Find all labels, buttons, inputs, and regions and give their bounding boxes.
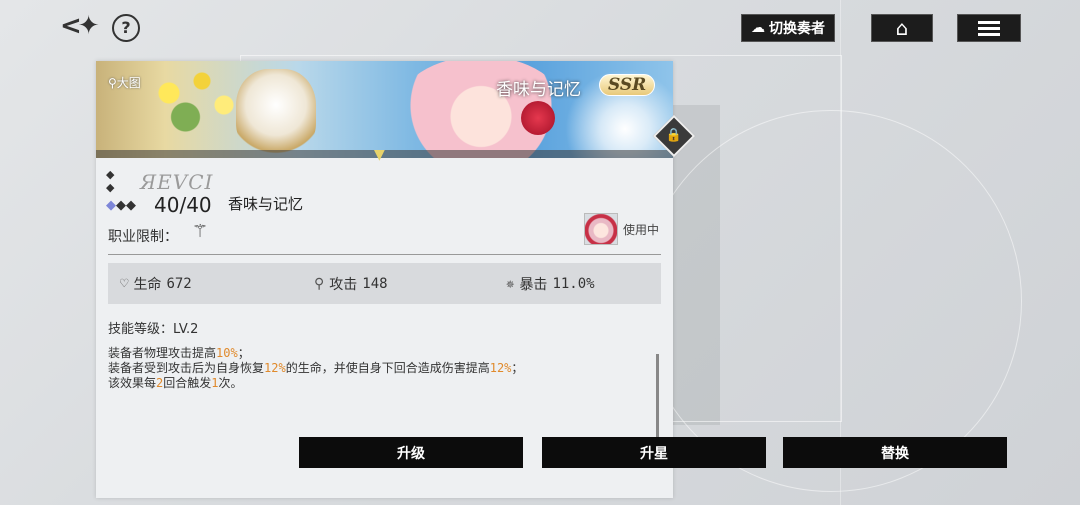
menu-button[interactable] — [957, 14, 1021, 42]
job-limit-label: 职业限制： — [108, 229, 178, 245]
upgrade-button[interactable]: 升级 — [299, 437, 523, 468]
in-use-label: 使用中 — [623, 223, 660, 237]
skill-level: 技能等级：LV.2 — [108, 322, 199, 337]
stats-bar: ♡ 生命 672 ⚲ 攻击 148 ✵ 暴击 11.0% — [108, 263, 661, 304]
star-up-button[interactable]: 升星 — [542, 437, 766, 468]
home-button[interactable]: ⌂ — [871, 14, 933, 42]
view-large-image-button[interactable]: ⚲大图 — [108, 74, 141, 91]
menu-icon — [978, 18, 1000, 39]
equipment-name: 香味与记忆 — [228, 195, 304, 213]
brand-logo: ЯЕVCI — [140, 170, 214, 194]
banner-title: 香味与记忆 — [496, 80, 581, 100]
stat-attack: ⚲ 攻击 148 — [314, 276, 388, 293]
star-rating: ◆◆◆ — [106, 198, 136, 213]
stat-hp: ♡ 生命 672 — [120, 276, 192, 293]
back-icon[interactable]: <✦ — [60, 12, 100, 40]
stat-crit: ✵ 暴击 11.0% — [506, 276, 595, 293]
help-icon[interactable]: ? — [112, 14, 140, 42]
replace-button[interactable]: 替换 — [783, 437, 1007, 468]
equipment-level: 40/40 — [154, 193, 212, 217]
rarity-badge: SSR — [599, 74, 656, 96]
chevron-down-icon[interactable]: ▼ — [374, 147, 385, 163]
crit-icon: ✵ — [506, 276, 515, 292]
divider — [108, 254, 661, 255]
equipment-card: ⚲大图 香味与记忆 SSR ▼ 🔒 ◆ ◆ ЯЕVCI ◆◆◆ 40/40 香味与… — [96, 61, 696, 498]
background-circle — [640, 110, 1022, 492]
avatar[interactable] — [584, 213, 618, 245]
description-scrollbar[interactable] — [656, 354, 659, 439]
skill-description: 装备者物理攻击提高10%； 装备者受到攻击后为自身恢复12%的生命，并使自身下回… — [108, 346, 524, 390]
switch-player-label: 切换奏者 — [769, 21, 825, 37]
heart-icon: ♡ — [120, 276, 129, 292]
switch-player-button[interactable]: ☁ 切换奏者 — [741, 14, 835, 42]
background-line — [840, 0, 841, 505]
equipment-banner-art[interactable]: ⚲大图 香味与记忆 SSR — [96, 61, 673, 158]
rank-diamonds: ◆ ◆ — [106, 168, 115, 194]
sword-icon: ⚲ — [314, 276, 325, 292]
job-class-icon: ⚚ — [192, 221, 209, 242]
home-icon: ⌂ — [895, 16, 909, 40]
switch-user-icon: ☁ — [751, 20, 765, 36]
